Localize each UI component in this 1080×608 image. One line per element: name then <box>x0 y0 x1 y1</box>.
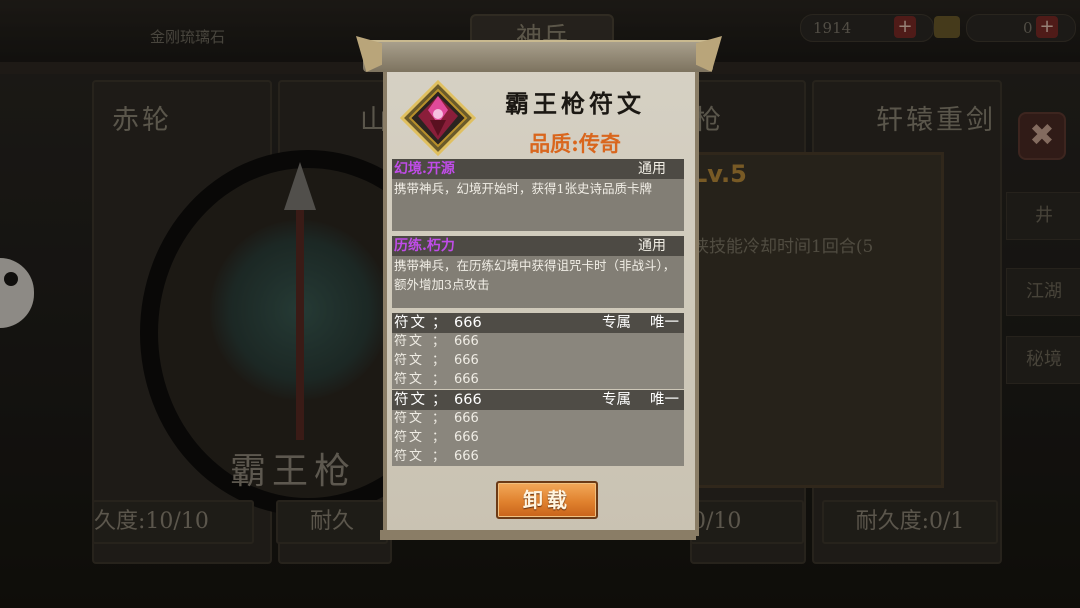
rune-row-header: 符文 ； 666 专属 唯一 <box>394 390 684 410</box>
rune-separator: ； <box>432 334 446 349</box>
rune-value: 666 <box>454 392 482 408</box>
rune-separator: ； <box>432 353 446 368</box>
rune-row: 符文 ； 666 <box>394 332 684 351</box>
rune-label: 符文 <box>394 449 425 464</box>
rune-separator: ； <box>432 449 446 464</box>
skill-description: 携带神兵，在历练幻境中获得诅咒卡时（非战斗），额外增加3点攻击 <box>394 258 676 292</box>
rune-separator: ； <box>432 372 446 387</box>
skill-name: 幻境.开源 <box>394 161 455 177</box>
rune-label: 符文 <box>394 411 425 426</box>
rune-exclusive-tag: 专属 <box>602 315 631 331</box>
rune-row: 符文 ； 666 <box>394 351 684 370</box>
rune-quality: 品质:传奇 <box>529 131 621 156</box>
rune-row: 符文 ； 666 <box>394 447 684 466</box>
unload-button[interactable]: 卸载 <box>496 481 598 519</box>
skill-name: 历练.朽力 <box>394 238 455 254</box>
rune-label: 符文 <box>394 334 425 349</box>
rune-value: 666 <box>454 372 479 387</box>
rune-label: 符文 <box>394 353 425 368</box>
rune-value: 666 <box>454 353 479 368</box>
rune-label: 符文 <box>394 430 425 445</box>
rune-row-header: 符文 ； 666 专属 唯一 <box>394 313 684 333</box>
rune-separator: ； <box>432 411 446 426</box>
rune-unique-tag: 唯一 <box>650 392 679 408</box>
rune-exclusive-tag: 专属 <box>602 392 631 408</box>
rune-row: 符文 ； 666 <box>394 409 684 428</box>
rune-label: 符文 <box>394 392 427 408</box>
rune-value: 666 <box>454 411 479 426</box>
rune-label: 符文 <box>394 372 425 387</box>
rune-gem-icon <box>400 80 476 156</box>
rune-separator: ； <box>432 392 447 408</box>
rune-label: 符文 <box>394 315 427 331</box>
skill-tag: 通用 <box>638 238 666 254</box>
rune-unique-tag: 唯一 <box>650 315 679 331</box>
skill-tag: 通用 <box>638 161 666 177</box>
rune-separator: ； <box>432 430 446 445</box>
rune-value: 666 <box>454 315 482 331</box>
rune-value: 666 <box>454 334 479 349</box>
rune-value: 666 <box>454 449 479 464</box>
rune-separator: ； <box>432 315 447 331</box>
scroll-rod-bottom <box>380 530 696 540</box>
scroll-rod-top <box>363 40 713 72</box>
skill-description: 携带神兵，幻境开始时，获得1张史诗品质卡牌 <box>394 181 652 196</box>
rune-row: 符文 ； 666 <box>394 370 684 389</box>
rune-row: 符文 ； 666 <box>394 428 684 447</box>
rune-value: 666 <box>454 430 479 445</box>
popup-title: 霸王枪符文 <box>505 89 645 118</box>
